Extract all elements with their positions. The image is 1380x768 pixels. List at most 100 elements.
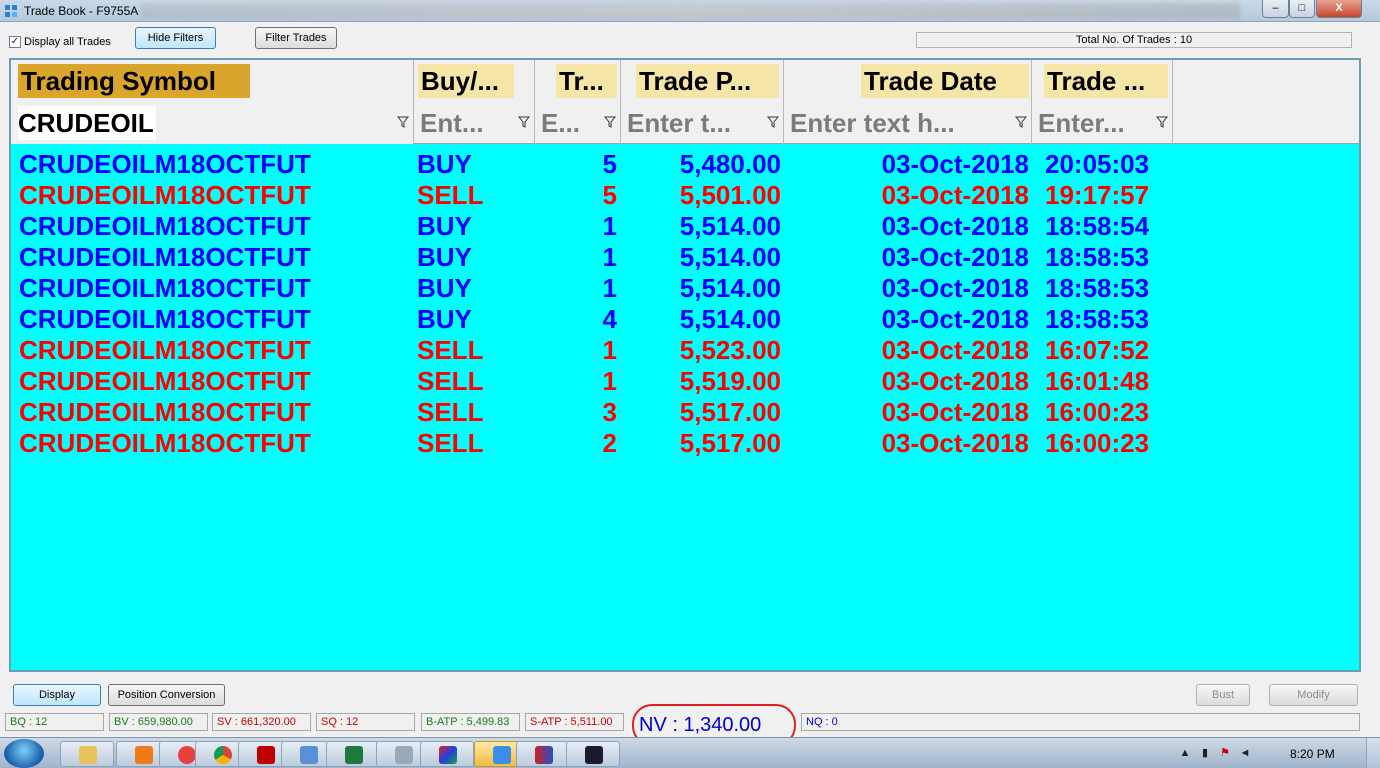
table-row[interactable]: CRUDEOILM18OCTFUT SELL 5 5,501.00 03-Oct-201…: [11, 180, 1359, 211]
filter-trades-button[interactable]: Filter Trades: [255, 27, 337, 49]
filter-placeholder: Enter...: [1038, 108, 1125, 138]
taskbar-explorer-folder[interactable]: [60, 741, 114, 767]
show-desktop-button[interactable]: [1366, 738, 1380, 768]
filter-trade-time[interactable]: Enter...: [1032, 102, 1173, 144]
table-row[interactable]: CRUDEOILM18OCTFUT BUY 5 5,480.00 03-Oct-2018…: [11, 149, 1359, 180]
cell-trade-time: 18:58:53: [1045, 273, 1150, 303]
flag-icon[interactable]: ⚑: [1218, 747, 1232, 759]
close-button[interactable]: X: [1316, 0, 1362, 18]
cell-trade-price: 5,480.00: [679, 149, 781, 179]
cell-trading-symbol: CRUDEOILM18OCTFUT: [19, 397, 311, 427]
cell-buy-sell: SELL: [417, 366, 484, 396]
funnel-icon[interactable]: [767, 116, 779, 128]
cell-buy-sell: BUY: [417, 242, 472, 272]
funnel-icon[interactable]: [1156, 116, 1168, 128]
cell-buy-sell: SELL: [417, 428, 484, 458]
header-label: Trading Symbol: [18, 64, 250, 98]
funnel-icon[interactable]: [518, 116, 530, 128]
lifebuoy-icon: [178, 746, 196, 764]
taskbar-chart-app[interactable]: [516, 741, 570, 767]
table-row[interactable]: CRUDEOILM18OCTFUT BUY 4 5,514.00 03-Oct-2018…: [11, 304, 1359, 335]
title-bar: Trade Book - F9755A – □ X: [0, 0, 1380, 22]
cell-buy-sell: SELL: [417, 397, 484, 427]
table-row[interactable]: CRUDEOILM18OCTFUT SELL 3 5,517.00 03-Oct-201…: [11, 397, 1359, 428]
cell-trade-time: 19:17:57: [1045, 180, 1150, 210]
cell-trade-time: 20:05:03: [1045, 149, 1150, 179]
show-hidden-icons-icon[interactable]: ▲: [1178, 747, 1192, 759]
status-b-atp: B-ATP : 5,499.83: [421, 713, 520, 731]
window-title: Trade Book - F9755A: [24, 4, 139, 18]
cell-trade-time: 18:58:54: [1045, 211, 1150, 241]
header-label: Trade P...: [636, 64, 779, 98]
taskbar-excel[interactable]: [326, 741, 380, 767]
display-button[interactable]: Display: [13, 684, 101, 706]
table-row[interactable]: CRUDEOILM18OCTFUT BUY 1 5,514.00 03-Oct-2018…: [11, 211, 1359, 242]
column-header-trade-time[interactable]: Trade ...: [1032, 60, 1173, 102]
filter-trading-symbol[interactable]: CRUDEOIL: [11, 102, 414, 144]
table-row[interactable]: CRUDEOILM18OCTFUT BUY 1 5,514.00 03-Oct-2018…: [11, 242, 1359, 273]
cell-trade-qty: 4: [602, 304, 617, 334]
signal-icon[interactable]: ▮: [1198, 747, 1212, 759]
terminal-app-icon: [585, 746, 603, 764]
cell-trade-date: 03-Oct-2018: [881, 180, 1029, 210]
column-header-trading-symbol[interactable]: Trading Symbol: [11, 60, 414, 102]
folder-icon: [79, 746, 97, 764]
table-row[interactable]: CRUDEOILM18OCTFUT SELL 1 5,519.00 03-Oct-201…: [11, 366, 1359, 397]
taskbar-trading-app[interactable]: [420, 741, 474, 767]
chrome-icon: [214, 746, 232, 764]
cell-trade-date: 03-Oct-2018: [881, 242, 1029, 272]
minimize-button[interactable]: –: [1262, 0, 1289, 18]
cell-trade-date: 03-Oct-2018: [881, 397, 1029, 427]
column-header-trade-qty[interactable]: Tr...: [535, 60, 621, 102]
cell-trading-symbol: CRUDEOILM18OCTFUT: [19, 273, 311, 303]
cell-trade-qty: 1: [602, 273, 617, 303]
cell-trading-symbol: CRUDEOILM18OCTFUT: [19, 180, 311, 210]
filter-placeholder: Enter text h...: [790, 108, 955, 138]
cell-trade-date: 03-Oct-2018: [881, 335, 1029, 365]
start-button[interactable]: [4, 739, 44, 768]
bust-button[interactable]: Bust: [1196, 684, 1250, 706]
cell-trading-symbol: CRUDEOILM18OCTFUT: [19, 211, 311, 241]
status-bq: BQ : 12: [5, 713, 104, 731]
table-row[interactable]: CRUDEOILM18OCTFUT SELL 1 5,523.00 03-Oct-201…: [11, 335, 1359, 366]
file-manager-icon: [300, 746, 318, 764]
status-sv: SV : 661,320.00: [212, 713, 311, 731]
cell-trade-date: 03-Oct-2018: [881, 211, 1029, 241]
cell-buy-sell: BUY: [417, 149, 472, 179]
cell-buy-sell: BUY: [417, 211, 472, 241]
filter-placeholder: Enter t...: [627, 108, 732, 138]
filter-buy-sell[interactable]: Ent...: [414, 102, 535, 144]
status-sq: SQ : 12: [316, 713, 415, 731]
clock[interactable]: 8:20 PM: [1290, 747, 1335, 761]
app-icon: [5, 5, 17, 17]
filter-trade-qty[interactable]: E...: [535, 102, 621, 144]
cell-trade-price: 5,514.00: [679, 242, 781, 272]
column-header-trade-date[interactable]: Trade Date: [784, 60, 1032, 102]
funnel-icon[interactable]: [397, 116, 409, 128]
taskbar-terminal-app[interactable]: [566, 741, 620, 767]
cell-trade-qty: 1: [602, 335, 617, 365]
volume-icon[interactable]: ◄: [1238, 747, 1252, 759]
filter-trade-date[interactable]: Enter text h...: [784, 102, 1032, 144]
header-label: Tr...: [556, 64, 617, 98]
hide-filters-button[interactable]: Hide Filters: [135, 27, 216, 49]
display-all-checkbox[interactable]: ✓: [9, 36, 21, 48]
modify-button[interactable]: Modify: [1269, 684, 1358, 706]
header-label: Trade Date: [861, 64, 1029, 98]
cell-trade-price: 5,517.00: [679, 397, 781, 427]
funnel-icon[interactable]: [604, 116, 616, 128]
status-nv: NV : 1,340.00: [639, 714, 762, 736]
column-header-buy-sell[interactable]: Buy/...: [414, 60, 535, 102]
funnel-icon[interactable]: [1015, 116, 1027, 128]
cell-trade-qty: 5: [602, 149, 617, 179]
cell-trade-qty: 3: [602, 397, 617, 427]
header-label: Trade ...: [1044, 64, 1168, 98]
filter-trade-price[interactable]: Enter t...: [621, 102, 784, 144]
position-conversion-button[interactable]: Position Conversion: [108, 684, 225, 706]
table-row[interactable]: CRUDEOILM18OCTFUT SELL 2 5,517.00 03-Oct-201…: [11, 428, 1359, 459]
filter-row: CRUDEOIL Ent... E... Enter t... Enter te…: [11, 102, 1359, 144]
table-row[interactable]: CRUDEOILM18OCTFUT BUY 1 5,514.00 03-Oct-2018…: [11, 273, 1359, 304]
maximize-button[interactable]: □: [1289, 0, 1315, 18]
cell-trade-time: 18:58:53: [1045, 304, 1150, 334]
column-header-trade-price[interactable]: Trade P...: [621, 60, 784, 102]
